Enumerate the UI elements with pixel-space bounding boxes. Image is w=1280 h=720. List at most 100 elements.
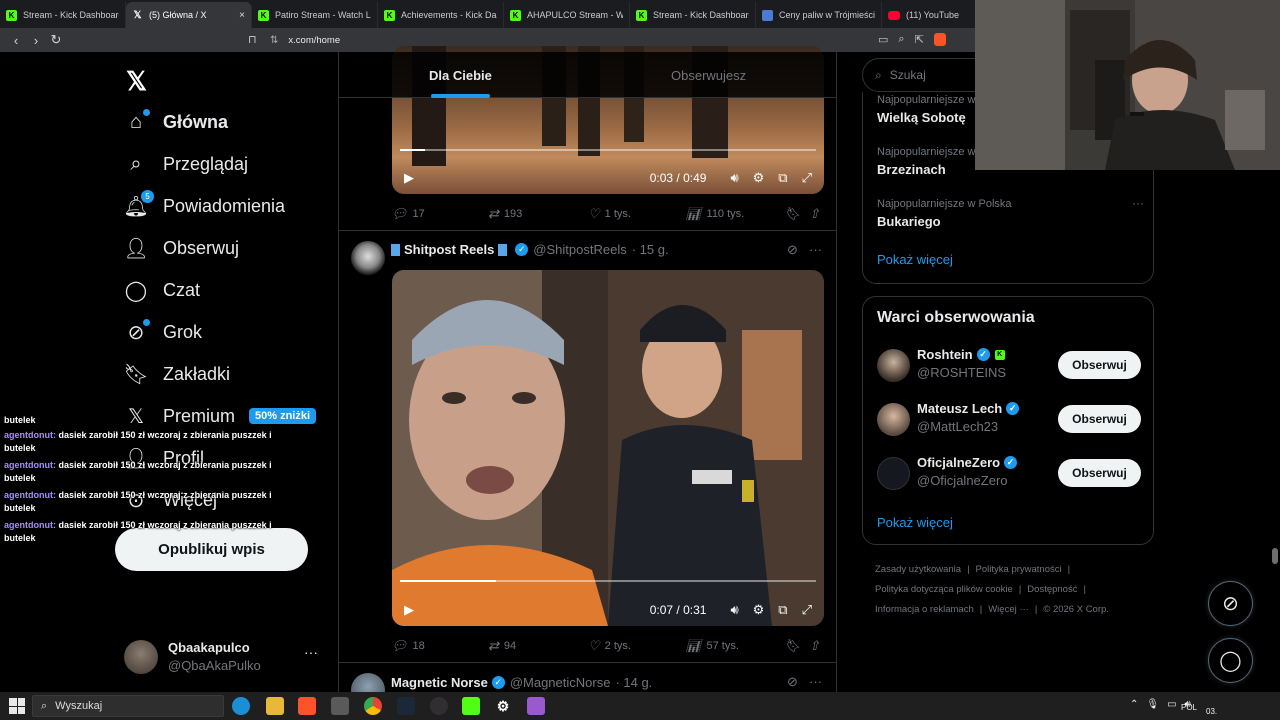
share-button[interactable]: ⇧: [809, 206, 825, 222]
suggested-account[interactable]: OficjalneZero ✓ @OficjalneZero Obserwuj: [877, 455, 1141, 495]
grok-icon[interactable]: ⊘: [787, 674, 798, 690]
share-page-icon[interactable]: ⇱: [915, 33, 924, 46]
brave-icon[interactable]: [298, 697, 316, 715]
language-indicator[interactable]: POL: [1181, 703, 1197, 712]
like-button[interactable]: ♡ 1 tys.: [588, 206, 631, 222]
browser-tab[interactable]: 𝕏 (5) Główna / X ×: [126, 2, 252, 28]
url-field[interactable]: ⇅ x.com/home: [270, 32, 340, 48]
x-logo-icon[interactable]: 𝕏: [126, 66, 147, 97]
taskbar-search[interactable]: ⌕ Wyszukaj: [32, 695, 224, 717]
sidebar-item-home[interactable]: ⌂ Główna: [124, 104, 228, 140]
footer-link[interactable]: Zasady użytkowania: [875, 564, 961, 575]
author-name[interactable]: Magnetic Norse: [391, 675, 488, 690]
steam-icon[interactable]: [397, 697, 415, 715]
pip-icon[interactable]: ⧉: [778, 602, 787, 618]
bookmark-button[interactable]: 🔖︎: [784, 206, 806, 222]
edge-icon[interactable]: [232, 697, 250, 715]
files-icon[interactable]: [266, 697, 284, 715]
browser-tab[interactable]: K Stream - Kick Dashboard: [0, 2, 126, 28]
play-icon[interactable]: ▶: [404, 602, 414, 618]
browser-tab[interactable]: K AHAPULCO Stream - Watc: [504, 2, 630, 28]
network-icon[interactable]: ▭: [1167, 699, 1176, 710]
site-settings-icon[interactable]: ⇅: [270, 35, 278, 46]
task-icon[interactable]: [331, 697, 349, 715]
reply-button[interactable]: 💬︎ 17: [391, 206, 425, 222]
messages-floating-button[interactable]: ◯: [1208, 638, 1253, 683]
footer-link[interactable]: © 2026 X Corp.: [1043, 604, 1109, 615]
kick-icon[interactable]: [462, 697, 480, 715]
page-scrollbar[interactable]: [1272, 548, 1278, 564]
tab-following[interactable]: Obserwujesz: [671, 68, 746, 83]
footer-link[interactable]: Polityka prywatności: [976, 564, 1062, 575]
trend-item[interactable]: Najpopularniejsze w Wielką Sobotę: [877, 94, 975, 125]
volume-icon[interactable]: 🔊︎: [730, 170, 738, 186]
grok-floating-button[interactable]: ⊘: [1208, 581, 1253, 626]
windows-start-icon[interactable]: [9, 698, 25, 714]
more-icon[interactable]: ···: [809, 674, 822, 689]
bookmark-page-icon[interactable]: ⊓: [248, 33, 257, 46]
tweet-video[interactable]: ▶ 0:07 / 0:31 🔊︎ ⚙ ⧉ ⤢: [392, 270, 824, 626]
settings-icon[interactable]: ⚙: [753, 602, 765, 618]
trend-item[interactable]: Najpopularniejsze w Brzezinach: [877, 146, 975, 177]
footer-link[interactable]: Informacja o reklamach: [875, 604, 974, 615]
video-progress-bar[interactable]: [400, 580, 816, 582]
play-icon[interactable]: ▶: [404, 170, 414, 186]
account-switcher[interactable]: Qbaakapulco @QbaAkaPulko ···: [124, 638, 324, 674]
follow-button[interactable]: Obserwuj: [1058, 351, 1141, 379]
share-button[interactable]: ⇧: [809, 638, 825, 654]
more-icon[interactable]: ···: [809, 242, 822, 257]
bookmark-button[interactable]: 🔖︎: [784, 638, 806, 654]
reload-icon[interactable]: ↻: [46, 32, 66, 48]
reply-button[interactable]: 💬︎ 18: [391, 638, 425, 654]
views-button[interactable]: 📊︎ 57 tys.: [685, 638, 739, 654]
trend-more-icon[interactable]: ···: [1132, 196, 1144, 210]
video-progress-bar[interactable]: [400, 149, 816, 151]
zoom-icon[interactable]: ⌕: [898, 33, 904, 46]
back-icon[interactable]: ‹: [6, 33, 26, 48]
settings-icon[interactable]: ⚙: [753, 170, 765, 186]
repost-button[interactable]: ⇄ 94: [488, 638, 516, 654]
brave-shield-icon[interactable]: [933, 33, 946, 46]
follow-button[interactable]: Obserwuj: [1058, 405, 1141, 433]
app-icon[interactable]: [527, 697, 545, 715]
cast-icon[interactable]: ▭: [878, 33, 888, 46]
trend-item[interactable]: Najpopularniejsze w Polska Bukariego ···: [877, 196, 1144, 229]
sidebar-item-bell[interactable]: 🔔︎ 5 Powiadomienia: [123, 188, 285, 224]
volume-icon[interactable]: 🔊︎: [730, 602, 738, 618]
microphone-icon[interactable]: 🎙︎: [1146, 699, 1159, 710]
close-tab-icon[interactable]: ×: [239, 10, 245, 21]
pip-icon[interactable]: ⧉: [778, 170, 787, 186]
footer-link[interactable]: Więcej ···: [988, 604, 1029, 615]
fullscreen-icon[interactable]: ⤢: [802, 170, 812, 186]
browser-tab[interactable]: K Stream - Kick Dashboard: [630, 2, 756, 28]
show-more-follow-link[interactable]: Pokaż więcej: [877, 515, 953, 530]
suggested-account[interactable]: Roshtein ✓ K @ROSHTEINS Obserwuj: [877, 347, 1141, 387]
suggested-account[interactable]: Mateusz Lech ✓ @MattLech23 Obserwuj: [877, 401, 1141, 441]
author-name[interactable]: Shitpost Reels: [404, 242, 494, 257]
account-more-icon[interactable]: ···: [304, 644, 318, 660]
repost-button[interactable]: ⇄ 193: [488, 206, 522, 222]
tab-for-you[interactable]: Dla Ciebie: [429, 68, 492, 83]
footer-link[interactable]: Dostępność: [1027, 584, 1077, 595]
settings-icon[interactable]: ⚙: [494, 697, 512, 715]
author-handle[interactable]: @ShitpostReels: [533, 242, 626, 257]
sidebar-item-follow[interactable]: 👤︎ Obserwuj: [123, 230, 239, 266]
grok-icon[interactable]: ⊘: [787, 242, 798, 258]
show-more-trends-link[interactable]: Pokaż więcej: [877, 252, 953, 267]
footer-link[interactable]: Polityka dotycząca plików cookie: [875, 584, 1013, 595]
forward-icon[interactable]: ›: [26, 33, 46, 48]
follow-button[interactable]: Obserwuj: [1058, 459, 1141, 487]
sidebar-item-grok[interactable]: ⊘ Grok: [124, 314, 202, 350]
sidebar-item-bookmark[interactable]: 🔖︎ Zakładki: [123, 356, 230, 392]
sidebar-item-search[interactable]: ⌕ Przeglądaj: [124, 146, 248, 182]
browser-tab[interactable]: K Patiro Stream - Watch Live: [252, 2, 378, 28]
author-handle[interactable]: @MagneticNorse: [510, 675, 611, 690]
browser-tab[interactable]: Ceny paliw w Trójmieście: [756, 2, 882, 28]
avatar[interactable]: [351, 241, 385, 275]
like-button[interactable]: ♡ 2 tys.: [588, 638, 631, 654]
tray-chevron-icon[interactable]: ⌃: [1130, 699, 1138, 710]
obs-icon[interactable]: [430, 697, 448, 715]
browser-tab[interactable]: K Achievements - Kick Dash: [378, 2, 504, 28]
sidebar-item-chat[interactable]: ◯ Czat: [124, 272, 200, 308]
fullscreen-icon[interactable]: ⤢: [802, 602, 812, 618]
